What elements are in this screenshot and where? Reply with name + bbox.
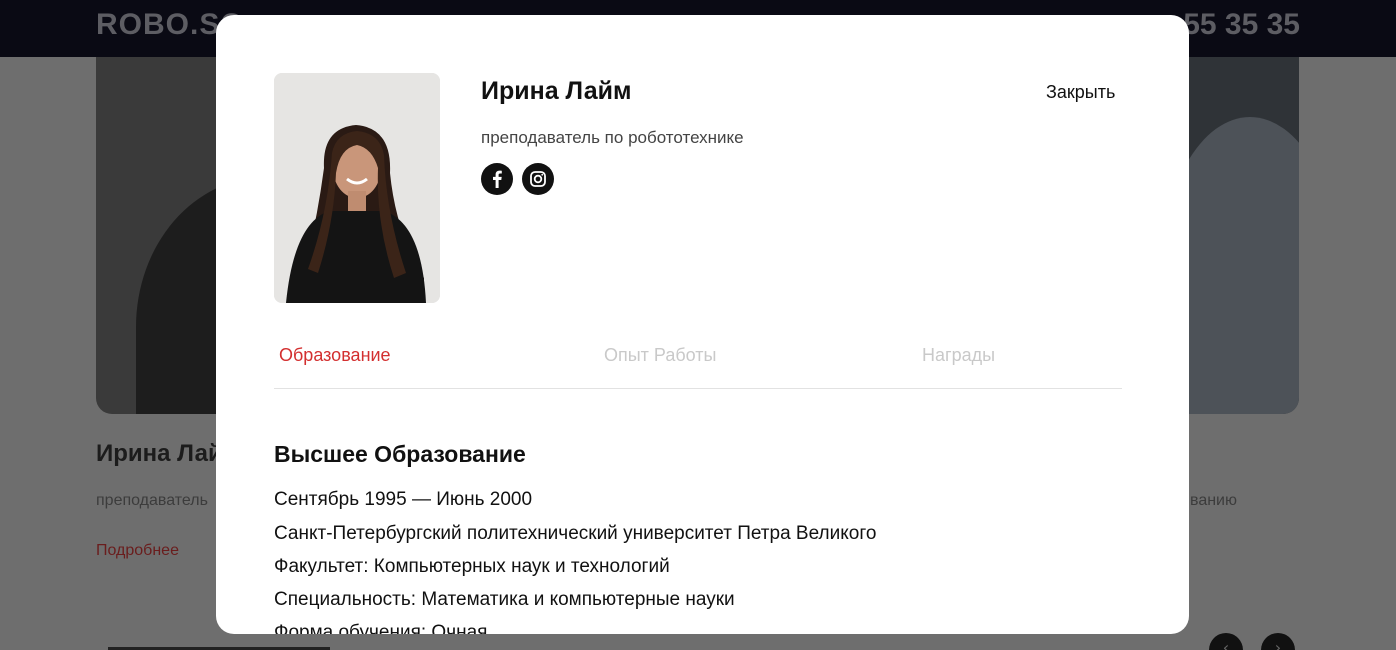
facebook-icon	[493, 170, 502, 188]
teacher-photo	[274, 73, 440, 303]
close-button[interactable]: Закрыть	[1046, 82, 1115, 103]
teacher-modal: Ирина Лайм Закрыть преподаватель по робо…	[216, 15, 1189, 634]
instagram-icon	[530, 171, 546, 187]
teacher-card-role: преподаватель	[96, 492, 208, 509]
teacher-role: преподаватель по робототехнике	[481, 128, 744, 147]
education-university: Санкт-Петербургский политехнический унив…	[274, 523, 877, 544]
education-faculty: Факультет: Компьютерных наук и технологи…	[274, 556, 670, 577]
education-dates: Сентябрь 1995 — Июнь 2000	[274, 489, 533, 510]
teacher-name: Ирина Лайм	[481, 77, 632, 105]
instagram-link[interactable]	[522, 163, 554, 195]
site-phone[interactable]: 55 35 35	[1183, 8, 1300, 42]
teacher-card-role-2: ванию	[1190, 492, 1237, 509]
teacher-card-more-link[interactable]: Подробнее	[96, 542, 179, 560]
education-specialty: Специальность: Математика и компьютерные…	[274, 589, 735, 610]
education-title: Высшее Образование	[274, 441, 526, 467]
tab-education[interactable]: Образование	[279, 345, 391, 366]
teacher-card-name: Ирина Лай	[96, 440, 223, 467]
teacher-portrait-icon	[274, 73, 440, 303]
education-form: Форма обучения: Очная	[274, 622, 488, 634]
tab-experience[interactable]: Опыт Работы	[604, 345, 716, 366]
tab-awards[interactable]: Награды	[922, 345, 995, 366]
profile-tabs: Образование Опыт Работы Награды	[274, 335, 1122, 389]
facebook-link[interactable]	[481, 163, 513, 195]
